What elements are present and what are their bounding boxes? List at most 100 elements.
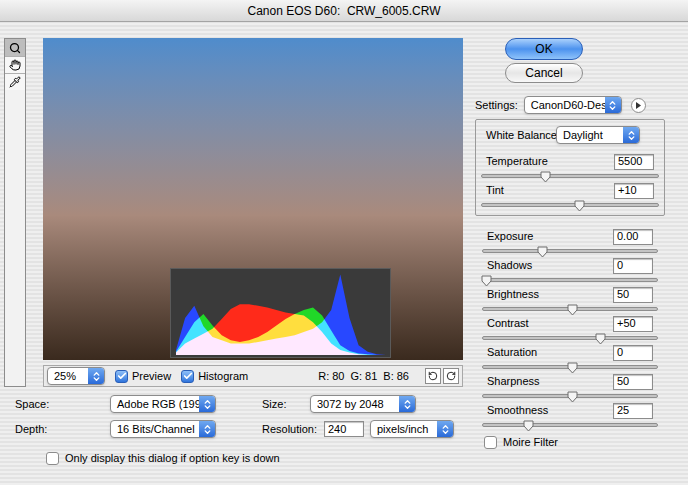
histogram-panel bbox=[170, 268, 391, 358]
settings-select[interactable]: CanonD60-Desert bbox=[524, 96, 622, 114]
slider-thumb-icon[interactable] bbox=[567, 304, 578, 316]
check-icon bbox=[183, 371, 193, 381]
toolbox bbox=[4, 38, 26, 387]
dropdown-arrow-icon bbox=[437, 421, 453, 437]
adjustment-field[interactable]: 25 bbox=[613, 403, 653, 419]
adjustments: Exposure 0.00 Shadows 0 Brightness 50 Contrast… bbox=[475, 228, 665, 451]
settings-menu-button[interactable] bbox=[631, 98, 646, 113]
checkbox[interactable] bbox=[46, 452, 59, 465]
adjustment-field[interactable]: 5500 bbox=[614, 154, 654, 170]
slider[interactable] bbox=[482, 362, 658, 374]
adjustment-field[interactable]: 0 bbox=[613, 345, 653, 361]
adjustment-field[interactable]: 50 bbox=[613, 287, 653, 303]
slider-thumb-icon[interactable] bbox=[481, 275, 492, 287]
settings-row: Settings:CanonD60-Desert bbox=[475, 96, 665, 114]
adjustment-label: Shadows bbox=[487, 260, 532, 271]
adjustment-row: Saturation 0 bbox=[487, 344, 653, 373]
histogram-series bbox=[176, 304, 386, 355]
title-bar: Canon EOS D60: CRW_6005.CRW bbox=[0, 0, 688, 22]
adjustment-field[interactable]: 50 bbox=[613, 374, 653, 390]
adjustment-row: Shadows 0 bbox=[487, 257, 653, 286]
zoom-select[interactable]: 25% bbox=[47, 367, 105, 385]
moire-filter-checkbox[interactable]: Moire Filter bbox=[484, 434, 653, 451]
slider-track bbox=[482, 336, 658, 340]
histogram-series bbox=[176, 275, 386, 355]
adjustment-label: Tint bbox=[486, 185, 504, 196]
adjustment-row: Tint +10 bbox=[486, 182, 654, 211]
checkbox[interactable] bbox=[181, 370, 194, 383]
tool-button[interactable] bbox=[5, 56, 25, 73]
zoom-icon bbox=[9, 42, 21, 54]
slider-track bbox=[482, 423, 658, 427]
adjustment-label: Exposure bbox=[487, 231, 533, 242]
resolution-field[interactable]: 240 bbox=[324, 421, 364, 437]
slider[interactable] bbox=[482, 333, 658, 345]
slider-track bbox=[481, 174, 659, 178]
slider-track bbox=[481, 203, 659, 207]
image-preview[interactable] bbox=[43, 38, 463, 360]
dropdown-arrow-icon bbox=[605, 97, 621, 113]
tool-button[interactable] bbox=[5, 73, 25, 90]
depth-select[interactable]: 16 Bits/Channel bbox=[110, 420, 216, 438]
dropdown-arrow-icon bbox=[399, 396, 415, 412]
slider-thumb-icon[interactable] bbox=[567, 362, 578, 374]
adjustment-row: Brightness 50 bbox=[487, 286, 653, 315]
adjustment-field[interactable]: 0 bbox=[613, 258, 653, 274]
white-balance-select[interactable]: Daylight bbox=[556, 126, 640, 144]
rotate-right-button[interactable] bbox=[443, 368, 459, 384]
option-key-checkbox[interactable]: Only display this dialog if option key i… bbox=[46, 450, 468, 467]
adjustment-label: Saturation bbox=[487, 347, 537, 358]
slider-thumb-icon[interactable] bbox=[567, 391, 578, 403]
camera-raw-dialog: Canon EOS D60: CRW_6005.CRW 25% Preview His… bbox=[0, 0, 688, 485]
adjustment-row: Sharpness 50 bbox=[487, 373, 653, 402]
slider-thumb-icon[interactable] bbox=[540, 171, 551, 183]
adjustment-field[interactable]: +10 bbox=[614, 183, 654, 199]
slider[interactable] bbox=[482, 275, 658, 287]
adjustment-row: Temperature 5500 bbox=[486, 153, 654, 182]
hand-icon bbox=[9, 59, 21, 71]
space-select[interactable]: Adobe RGB (1998) bbox=[110, 395, 216, 413]
view-bar: 25%PreviewHistogramR:80G:81B:86 bbox=[43, 365, 463, 387]
adjustment-row: Contrast+50 bbox=[487, 315, 653, 344]
output-options: Space:Adobe RGB (1998)Size:3072 by 2048D… bbox=[0, 394, 468, 439]
slider-thumb-icon[interactable] bbox=[523, 420, 534, 432]
checkbox[interactable] bbox=[484, 436, 497, 449]
slider-thumb-icon[interactable] bbox=[595, 333, 606, 345]
cancel-button[interactable]: Cancel bbox=[505, 63, 583, 83]
histogram-chart bbox=[171, 269, 391, 357]
slider-track bbox=[482, 278, 658, 282]
slider[interactable] bbox=[481, 171, 659, 183]
dropdown-arrow-icon bbox=[199, 396, 215, 412]
eyedropper-icon bbox=[9, 76, 21, 88]
size-select[interactable]: 3072 by 2048 bbox=[310, 395, 416, 413]
menu-arrow-icon bbox=[635, 102, 642, 109]
view-checkbox[interactable]: Histogram bbox=[181, 368, 248, 385]
slider[interactable] bbox=[481, 200, 659, 212]
adjustment-label: Brightness bbox=[487, 289, 539, 300]
ok-button[interactable]: OK bbox=[505, 38, 583, 60]
slider[interactable] bbox=[482, 420, 658, 432]
white-balance-group: White Balance:DaylightTemperature5500Tin… bbox=[475, 119, 665, 216]
checkbox[interactable] bbox=[115, 370, 128, 383]
dropdown-arrow-icon bbox=[88, 368, 104, 384]
adjustment-field[interactable]: 0.00 bbox=[613, 229, 653, 245]
adjustment-label: Temperature bbox=[486, 156, 548, 167]
right-panel: OKCancelSettings:CanonD60-DesertWhite Ba… bbox=[468, 22, 688, 485]
left-panel: 25%PreviewHistogramR:80G:81B:86Space:Ado… bbox=[0, 22, 468, 485]
resolution-unit-select[interactable]: pixels/inch bbox=[370, 420, 454, 438]
tool-button[interactable] bbox=[5, 39, 25, 56]
slider-thumb-icon[interactable] bbox=[574, 200, 585, 212]
adjustment-field[interactable]: +50 bbox=[613, 316, 653, 332]
adjustment-row: Smoothness25 bbox=[487, 402, 653, 431]
dropdown-arrow-icon bbox=[199, 421, 215, 437]
rotate-left-button[interactable] bbox=[425, 368, 441, 384]
slider[interactable] bbox=[482, 246, 658, 258]
slider-track bbox=[482, 249, 658, 253]
slider-thumb-icon[interactable] bbox=[537, 246, 548, 258]
view-checkbox[interactable]: Preview bbox=[115, 368, 171, 385]
check-icon bbox=[117, 371, 127, 381]
slider[interactable] bbox=[482, 391, 658, 403]
slider[interactable] bbox=[482, 304, 658, 316]
rotate-right-icon bbox=[446, 371, 456, 381]
adjustment-label: Sharpness bbox=[487, 376, 540, 387]
